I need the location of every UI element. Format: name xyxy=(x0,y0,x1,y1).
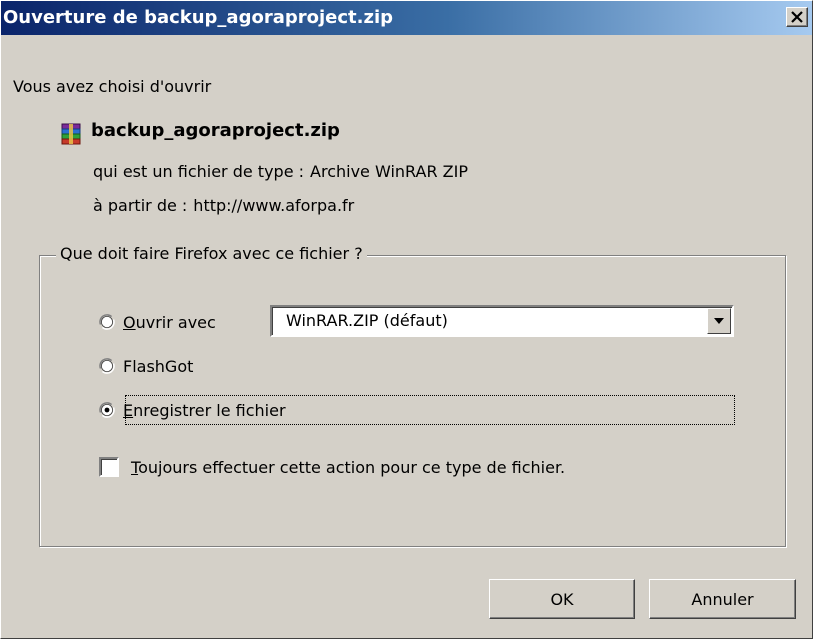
open-with-select[interactable]: WinRAR.ZIP (défaut) xyxy=(270,305,734,337)
intro-text: Vous avez choisi d'ouvrir xyxy=(13,77,212,96)
dialog-window: Ouverture de backup_agoraproject.zip Vou… xyxy=(0,0,813,639)
file-source-label: à partir de : xyxy=(93,196,188,215)
radio-save-file[interactable]: Enregistrer le fichier xyxy=(99,395,286,425)
title-bar[interactable]: Ouverture de backup_agoraproject.zip xyxy=(1,1,812,35)
file-type-line: qui est un fichier de type : Archive WinR… xyxy=(93,162,468,181)
radio-save-file-button[interactable] xyxy=(99,402,115,418)
radio-open-with[interactable]: Ouvrir avec xyxy=(99,307,216,337)
radio-flashgot-button[interactable] xyxy=(99,358,115,374)
radio-open-with-label: Ouvrir avec xyxy=(123,312,216,332)
close-button[interactable] xyxy=(786,7,808,27)
cancel-button[interactable]: Annuler xyxy=(649,579,796,619)
winrar-archive-icon xyxy=(61,123,81,145)
radio-flashgot[interactable]: FlashGot xyxy=(99,351,193,381)
always-action-checkbox-label: Toujours effectuer cette action pour ce … xyxy=(131,457,566,477)
radio-save-file-label: Enregistrer le fichier xyxy=(123,400,286,420)
file-source-value: http://www.aforpa.fr xyxy=(193,196,355,215)
always-action-checkbox-row[interactable]: Toujours effectuer cette action pour ce … xyxy=(99,452,565,482)
always-action-checkbox[interactable] xyxy=(99,457,119,477)
chevron-down-icon xyxy=(714,318,724,324)
radio-open-with-button[interactable] xyxy=(99,314,115,330)
radio-flashgot-label: FlashGot xyxy=(123,356,194,376)
file-name: backup_agoraproject.zip xyxy=(91,120,340,141)
action-group-legend: Que doit faire Firefox avec ce fichier ? xyxy=(56,244,367,263)
file-type-value: Archive WinRAR ZIP xyxy=(310,162,468,181)
open-with-select-value: WinRAR.ZIP (défaut) xyxy=(286,311,448,330)
file-type-label: qui est un fichier de type : xyxy=(93,162,305,181)
close-icon xyxy=(791,11,803,23)
file-source-line: à partir de : http://www.aforpa.fr xyxy=(93,196,354,215)
ok-button[interactable]: OK xyxy=(489,579,635,619)
window-title: Ouverture de backup_agoraproject.zip xyxy=(3,7,394,28)
select-dropdown-button[interactable] xyxy=(707,308,731,334)
